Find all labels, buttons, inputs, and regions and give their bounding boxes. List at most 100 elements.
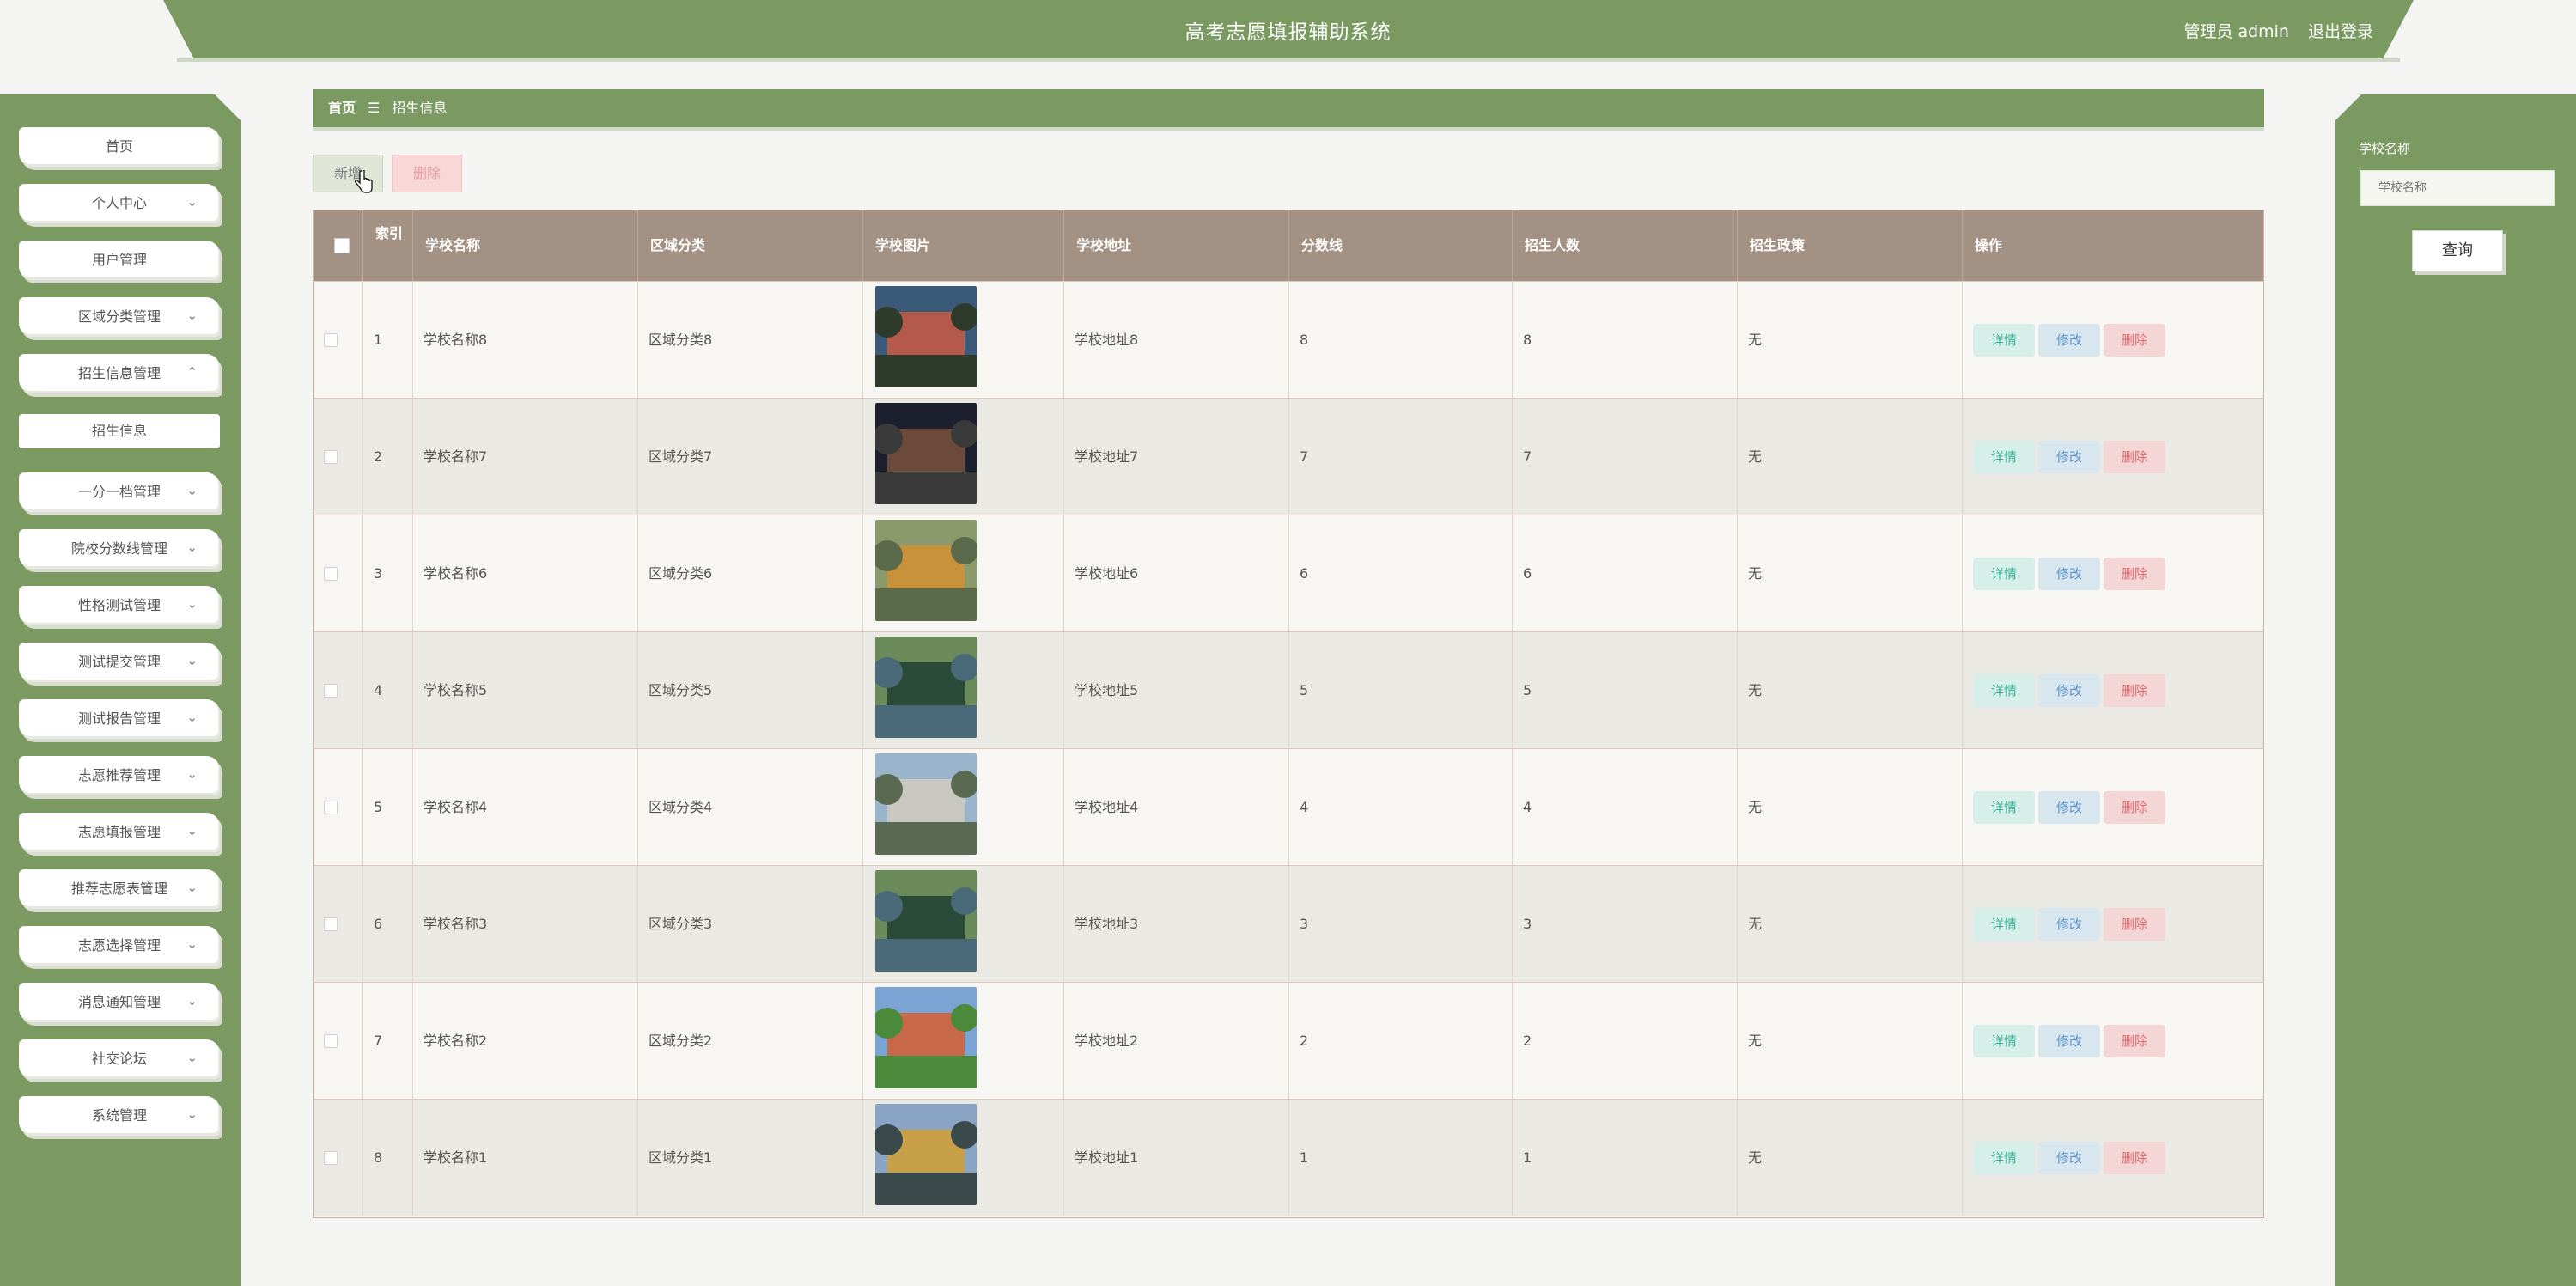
cell-enrollment: 3 xyxy=(1513,866,1738,982)
chevron-down-icon: ⌄ xyxy=(186,1050,198,1065)
detail-button[interactable]: 详情 xyxy=(1973,1025,2035,1057)
cell-enrollment: 4 xyxy=(1513,749,1738,865)
cell-school-image xyxy=(863,866,1064,982)
cell-school-image xyxy=(863,983,1064,1099)
table-row: 7 学校名称2 区域分类2 学校地址2 2 2 无详情 修改 删除 xyxy=(314,982,2263,1099)
delete-button[interactable]: 删除 xyxy=(2104,1142,2165,1174)
detail-button[interactable]: 详情 xyxy=(1973,908,2035,941)
row-checkbox[interactable] xyxy=(324,450,338,464)
current-user: 管理员 admin xyxy=(2183,22,2289,41)
row-select-cell xyxy=(314,866,363,982)
column-header-school-image: 学校图片 xyxy=(863,210,1064,281)
sidebar-item-recommend[interactable]: 志愿推荐管理 ⌄ xyxy=(19,756,220,795)
logout-link[interactable]: 退出登录 xyxy=(2308,19,2373,42)
edit-button[interactable]: 修改 xyxy=(2038,908,2100,941)
sidebar-item-system[interactable]: 系统管理 ⌄ xyxy=(19,1096,220,1136)
edit-button[interactable]: 修改 xyxy=(2038,324,2100,357)
school-photo[interactable] xyxy=(875,987,977,1088)
sidebar-item-home[interactable]: 首页 xyxy=(19,127,220,167)
cell-actions: 详情 修改 删除 xyxy=(1963,515,2263,631)
sidebar-item-region[interactable]: 区域分类管理 ⌄ xyxy=(19,297,220,337)
detail-button[interactable]: 详情 xyxy=(1973,1142,2035,1174)
detail-button[interactable]: 详情 xyxy=(1973,324,2035,357)
detail-button[interactable]: 详情 xyxy=(1973,558,2035,590)
sidebar-item-cutoff[interactable]: 院校分数线管理 ⌄ xyxy=(19,529,220,569)
breadcrumb-home[interactable]: 首页 xyxy=(328,100,356,116)
detail-button[interactable]: 详情 xyxy=(1973,441,2035,473)
school-photo[interactable] xyxy=(875,753,977,855)
cell-cutoff: 2 xyxy=(1289,983,1513,1099)
school-photo[interactable] xyxy=(875,520,977,621)
batch-delete-button[interactable]: 删除 xyxy=(392,155,462,192)
sidebar-item-forum[interactable]: 社交论坛 ⌄ xyxy=(19,1039,220,1079)
cell-enrollment: 1 xyxy=(1513,1100,1738,1216)
row-checkbox[interactable] xyxy=(324,917,338,931)
edit-button[interactable]: 修改 xyxy=(2038,1142,2100,1174)
column-header-index: 索引 xyxy=(363,210,413,281)
row-checkbox[interactable] xyxy=(324,684,338,698)
row-checkbox[interactable] xyxy=(324,801,338,814)
delete-button[interactable]: 删除 xyxy=(2104,791,2165,824)
delete-button[interactable]: 删除 xyxy=(2104,674,2165,707)
sidebar-item-label: 性格测试管理 xyxy=(77,597,161,613)
sidebar-item-label: 志愿填报管理 xyxy=(77,824,161,840)
chevron-up-icon: ⌃ xyxy=(186,364,198,380)
delete-button[interactable]: 删除 xyxy=(2104,324,2165,357)
cell-region: 区域分类7 xyxy=(638,399,863,515)
edit-button[interactable]: 修改 xyxy=(2038,558,2100,590)
sidebar-item-test-submit[interactable]: 测试提交管理 ⌄ xyxy=(19,643,220,682)
detail-button[interactable]: 详情 xyxy=(1973,791,2035,824)
school-photo[interactable] xyxy=(875,870,977,972)
row-checkbox[interactable] xyxy=(324,1034,338,1048)
search-button[interactable]: 查询 xyxy=(2412,230,2503,271)
delete-button[interactable]: 删除 xyxy=(2104,908,2165,941)
cell-index: 6 xyxy=(363,866,413,982)
select-all-checkbox[interactable] xyxy=(334,238,350,253)
sidebar-item-profile[interactable]: 个人中心 ⌄ xyxy=(19,184,220,223)
cell-school-name: 学校名称1 xyxy=(413,1100,638,1216)
cell-cutoff: 8 xyxy=(1289,282,1513,398)
school-photo[interactable] xyxy=(875,1104,977,1205)
cell-index: 2 xyxy=(363,399,413,515)
sidebar-item-test-report[interactable]: 测试报告管理 ⌄ xyxy=(19,699,220,739)
sidebar-item-users[interactable]: 用户管理 xyxy=(19,241,220,280)
cell-actions: 详情 修改 删除 xyxy=(1963,749,2263,865)
chevron-down-icon: ⌄ xyxy=(186,766,198,782)
submenu-item-admissions-info[interactable]: 招生信息 xyxy=(19,414,220,448)
sidebar-item-choice[interactable]: 志愿选择管理 ⌄ xyxy=(19,926,220,966)
school-name-search-input[interactable] xyxy=(2360,170,2555,206)
cell-school-name: 学校名称3 xyxy=(413,866,638,982)
hand-cursor-icon xyxy=(354,170,373,193)
chevron-down-icon: ⌄ xyxy=(186,308,198,323)
edit-button[interactable]: 修改 xyxy=(2038,441,2100,473)
cell-school-image xyxy=(863,399,1064,515)
sidebar-item-personality[interactable]: 性格测试管理 ⌄ xyxy=(19,586,220,625)
school-photo[interactable] xyxy=(875,286,977,387)
delete-button[interactable]: 删除 xyxy=(2104,441,2165,473)
edit-button[interactable]: 修改 xyxy=(2038,1025,2100,1057)
cell-region: 区域分类6 xyxy=(638,515,863,631)
cell-region: 区域分类5 xyxy=(638,632,863,748)
sidebar-item-recommend-table[interactable]: 推荐志愿表管理 ⌄ xyxy=(19,869,220,909)
row-checkbox[interactable] xyxy=(324,333,338,347)
sidebar-item-notices[interactable]: 消息通知管理 ⌄ xyxy=(19,983,220,1022)
school-photo[interactable] xyxy=(875,637,977,738)
table-row: 2 学校名称7 区域分类7 学校地址7 7 7 无详情 修改 删除 xyxy=(314,398,2263,515)
sidebar-item-fill[interactable]: 志愿填报管理 ⌄ xyxy=(19,813,220,852)
row-checkbox[interactable] xyxy=(324,1151,338,1165)
cell-actions: 详情 修改 删除 xyxy=(1963,632,2263,748)
cell-cutoff: 7 xyxy=(1289,399,1513,515)
delete-button[interactable]: 删除 xyxy=(2104,1025,2165,1057)
row-checkbox[interactable] xyxy=(324,567,338,581)
sidebar-item-label: 测试报告管理 xyxy=(77,710,161,727)
delete-button[interactable]: 删除 xyxy=(2104,558,2165,590)
school-photo[interactable] xyxy=(875,403,977,504)
detail-button[interactable]: 详情 xyxy=(1973,674,2035,707)
sidebar-item-score-rank[interactable]: 一分一档管理 ⌄ xyxy=(19,472,220,512)
chevron-down-icon: ⌄ xyxy=(186,653,198,668)
sidebar-item-label: 测试提交管理 xyxy=(77,654,161,670)
sidebar-item-admissions[interactable]: 招生信息管理 ⌃ xyxy=(19,354,220,393)
column-header-policy: 招生政策 xyxy=(1738,210,1963,281)
edit-button[interactable]: 修改 xyxy=(2038,791,2100,824)
edit-button[interactable]: 修改 xyxy=(2038,674,2100,707)
